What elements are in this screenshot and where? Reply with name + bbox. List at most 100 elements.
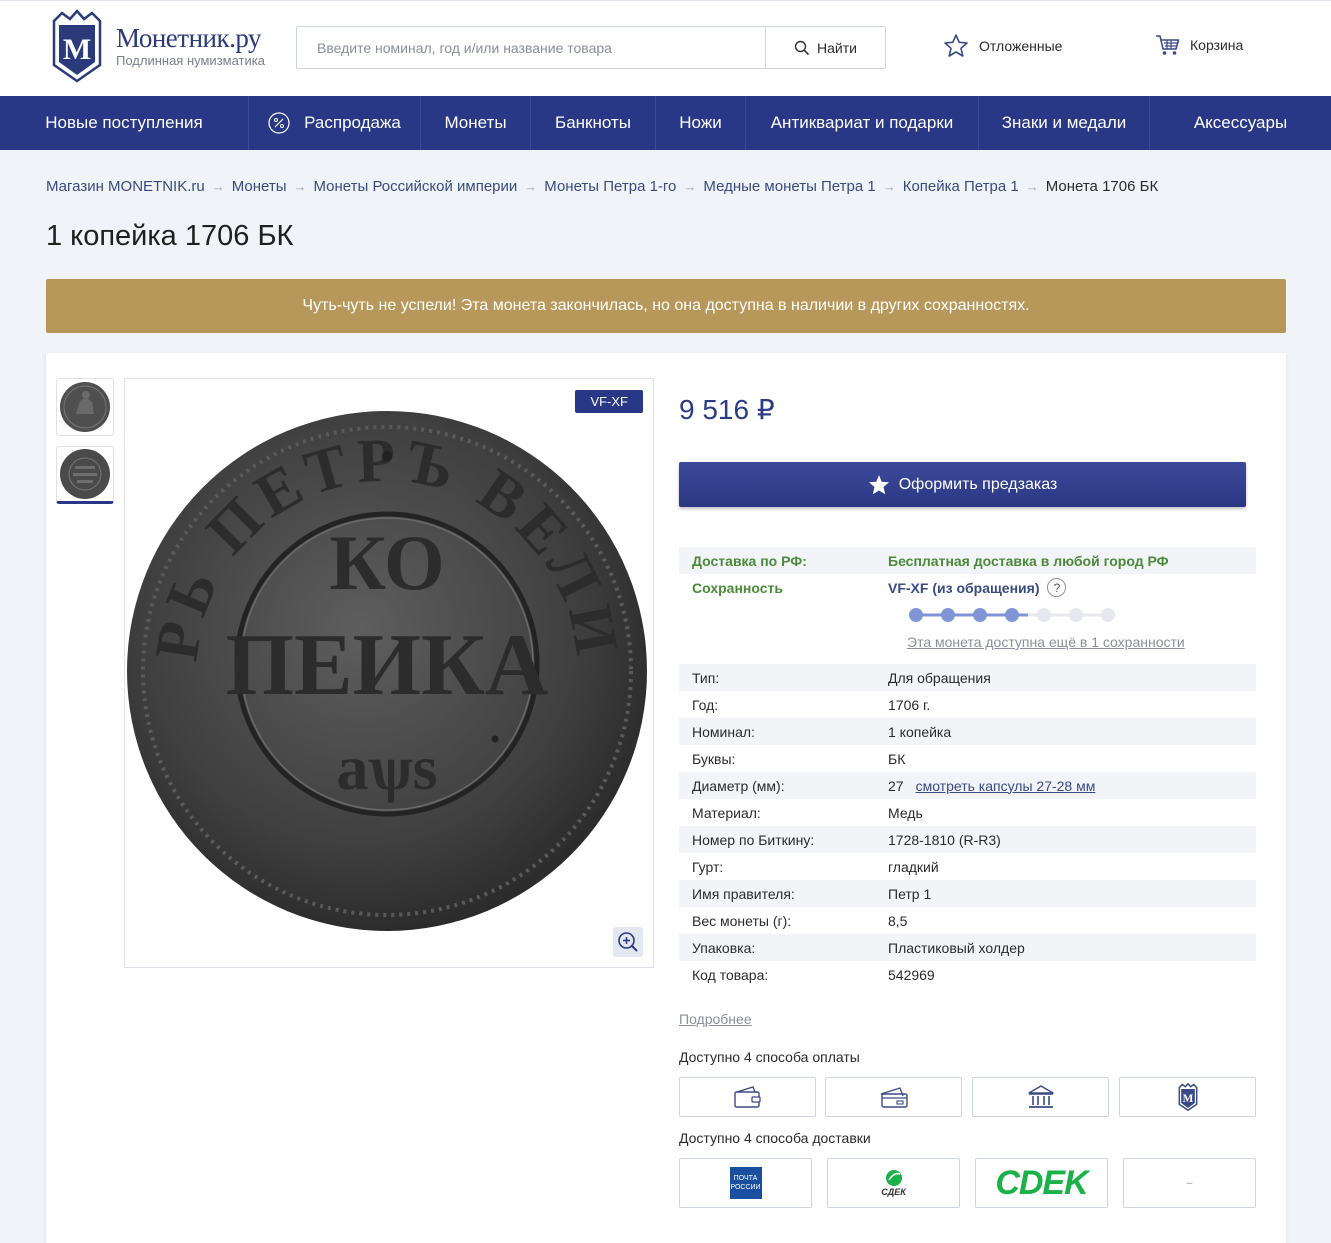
preorder-button[interactable]: Оформить предзаказ xyxy=(679,462,1246,507)
delivery-method-cdek[interactable]: CDEK xyxy=(975,1158,1108,1208)
spec-value: Медь xyxy=(888,804,923,821)
nav-label: Аксессуары xyxy=(1193,113,1288,132)
product-price: 9 516 ₽ xyxy=(679,394,775,425)
delivery-method-other[interactable]: – xyxy=(1123,1158,1256,1208)
help-icon[interactable]: ? xyxy=(1047,578,1067,597)
star-outline-icon xyxy=(944,34,968,57)
payment-method-bank[interactable] xyxy=(972,1077,1109,1117)
spec-label: Буквы: xyxy=(692,750,736,767)
cart-link[interactable]: Корзина xyxy=(1155,33,1243,57)
nav-label: Банкноты xyxy=(555,113,631,132)
other-condition-link[interactable]: Эта монета доступна ещё в 1 сохранности xyxy=(907,634,1185,650)
more-details-link[interactable]: Подробнее xyxy=(679,1011,752,1027)
condition-value: VF-XF (из обращения) xyxy=(888,579,1040,596)
cdek-logo: CDEK xyxy=(995,1163,1088,1202)
sdek-small-text: СДЕК xyxy=(881,1187,906,1197)
condition-dot-filled xyxy=(1005,608,1019,622)
spec-label: Год: xyxy=(692,696,719,713)
thumbnail-reverse[interactable] xyxy=(56,446,114,504)
cart-label: Корзина xyxy=(1190,37,1244,53)
zoom-button[interactable] xyxy=(613,927,643,957)
condition-dot-empty xyxy=(1037,608,1051,622)
condition-scale xyxy=(909,608,1115,622)
page-title: 1 копейка 1706 БК xyxy=(46,220,294,252)
spec-value: Петр 1 xyxy=(888,885,932,902)
spec-row: Буквы: БК xyxy=(679,745,1256,772)
search-button-label: Найти xyxy=(817,39,857,56)
main-nav: Новые поступления Распродажа Монеты Банк… xyxy=(0,96,1331,150)
breadcrumb-link[interactable]: Медные монеты Петра 1 xyxy=(703,178,875,195)
spec-label: Вес монеты (г): xyxy=(692,912,792,929)
nav-knives[interactable]: Ножи xyxy=(656,96,746,150)
thumbnail-obverse[interactable] xyxy=(56,378,114,436)
logo-name: Монетник.ру xyxy=(116,23,261,53)
breadcrumb-arrow-icon: → xyxy=(683,179,697,194)
preorder-label: Оформить предзаказ xyxy=(898,475,1058,493)
bank-icon xyxy=(1027,1085,1054,1108)
breadcrumb-arrow-icon: → xyxy=(211,179,225,194)
spec-label: Материал: xyxy=(692,804,761,821)
breadcrumb-link[interactable]: Монеты Российской империи xyxy=(314,178,518,195)
grade-badge: VF-XF xyxy=(575,390,643,413)
logo-badge-icon: M xyxy=(52,9,102,83)
spec-row: Код товара: 542969 xyxy=(679,961,1256,988)
svg-text:ПЕИКА: ПЕИКА xyxy=(226,617,549,714)
site-logo[interactable]: M Монетник.ру Подлинная нумизматика xyxy=(46,9,265,83)
product-main-image[interactable]: КО ПЕИКА аѱѕ ЦАРЬ ПЕТРЪ ВЕЛИКИ VF-XF xyxy=(98,325,654,968)
payment-method-wallet[interactable] xyxy=(679,1077,816,1117)
spec-value: 1706 г. xyxy=(888,696,931,713)
nav-new-arrivals[interactable]: Новые поступления xyxy=(0,96,249,150)
out-of-stock-banner: Чуть-чуть не успели! Эта монета закончил… xyxy=(46,279,1286,333)
nav-label: Антиквариат и подарки xyxy=(770,113,954,132)
spec-value: 1 копейка xyxy=(888,723,952,740)
russian-post-text: ПОЧТА РОССИИ xyxy=(730,1175,761,1191)
spec-row: Диаметр (мм): 27 смотреть капсулы 27-28 мм xyxy=(679,772,1256,799)
spec-value: 1728-1810 (R-R3) xyxy=(888,831,1001,848)
breadcrumb-arrow-icon: → xyxy=(293,179,307,194)
search-icon xyxy=(794,40,810,55)
breadcrumb-link[interactable]: Магазин MONETNIK.ru xyxy=(46,178,205,195)
search-input[interactable] xyxy=(297,27,765,68)
star-icon xyxy=(868,474,889,494)
spec-value: БК xyxy=(888,750,906,767)
spec-row: Материал: Медь xyxy=(679,799,1256,826)
delivery-label: Доставка по РФ: xyxy=(692,552,807,569)
payment-method-monetnik[interactable]: M xyxy=(1119,1077,1256,1117)
nav-antiques[interactable]: Антиквариат и подарки xyxy=(746,96,979,150)
nav-sale[interactable]: Распродажа xyxy=(249,96,421,150)
payment-method-card[interactable] xyxy=(825,1077,962,1117)
nav-label: Ножи xyxy=(679,113,722,132)
coin-image: КО ПЕИКА аѱѕ ЦАРЬ ПЕТРЪ ВЕЛИКИ xyxy=(98,325,647,931)
condition-dot-empty xyxy=(1069,608,1083,622)
nav-coins[interactable]: Монеты xyxy=(421,96,531,150)
russian-post-logo: ПОЧТА РОССИИ xyxy=(729,1167,762,1199)
delivery-method-russian-post[interactable]: ПОЧТА РОССИИ xyxy=(679,1158,812,1208)
delivery-method-sdek-small[interactable]: СДЕК xyxy=(827,1158,960,1208)
wishlist-link[interactable]: Отложенные xyxy=(943,33,1062,59)
logo-tagline: Подлинная нумизматика xyxy=(116,53,265,68)
search-button[interactable]: Найти xyxy=(765,27,885,68)
card-icon xyxy=(880,1087,908,1108)
nav-banknotes[interactable]: Банкноты xyxy=(531,96,656,150)
condition-dot-filled xyxy=(909,608,923,622)
breadcrumb-link[interactable]: Монеты Петра 1-го xyxy=(544,178,676,195)
monetnik-icon: M xyxy=(1178,1083,1197,1111)
breadcrumb-link[interactable]: Копейка Петра 1 xyxy=(903,178,1019,195)
sdek-small-logo xyxy=(885,1170,902,1186)
breadcrumb-link[interactable]: Монеты xyxy=(232,178,287,195)
spec-label: Упаковка: xyxy=(692,939,756,956)
nav-badges-medals[interactable]: Знаки и медали xyxy=(979,96,1150,150)
spec-label: Номинал: xyxy=(692,723,755,740)
nav-label: Распродажа xyxy=(304,113,401,132)
breadcrumb-current: Монета 1706 БК xyxy=(1045,178,1159,195)
nav-label: Новые поступления xyxy=(45,113,203,132)
condition-dot-filled xyxy=(973,608,987,622)
delivery-methods-title: Доступно 4 способа доставки xyxy=(679,1130,871,1146)
condition-row: Сохранность VF-XF (из обращения) ? xyxy=(679,574,1256,601)
product-card: КО ПЕИКА аѱѕ ЦАРЬ ПЕТРЪ ВЕЛИКИ VF-XF 9 5… xyxy=(46,325,1286,1243)
nav-accessories[interactable]: Аксессуары xyxy=(1150,96,1331,150)
breadcrumb-arrow-icon: → xyxy=(882,179,896,194)
capsules-link[interactable]: смотреть капсулы 27-28 мм xyxy=(916,778,1096,794)
coin-thumbnail-image xyxy=(60,449,110,499)
spec-label: Гурт: xyxy=(692,858,724,875)
